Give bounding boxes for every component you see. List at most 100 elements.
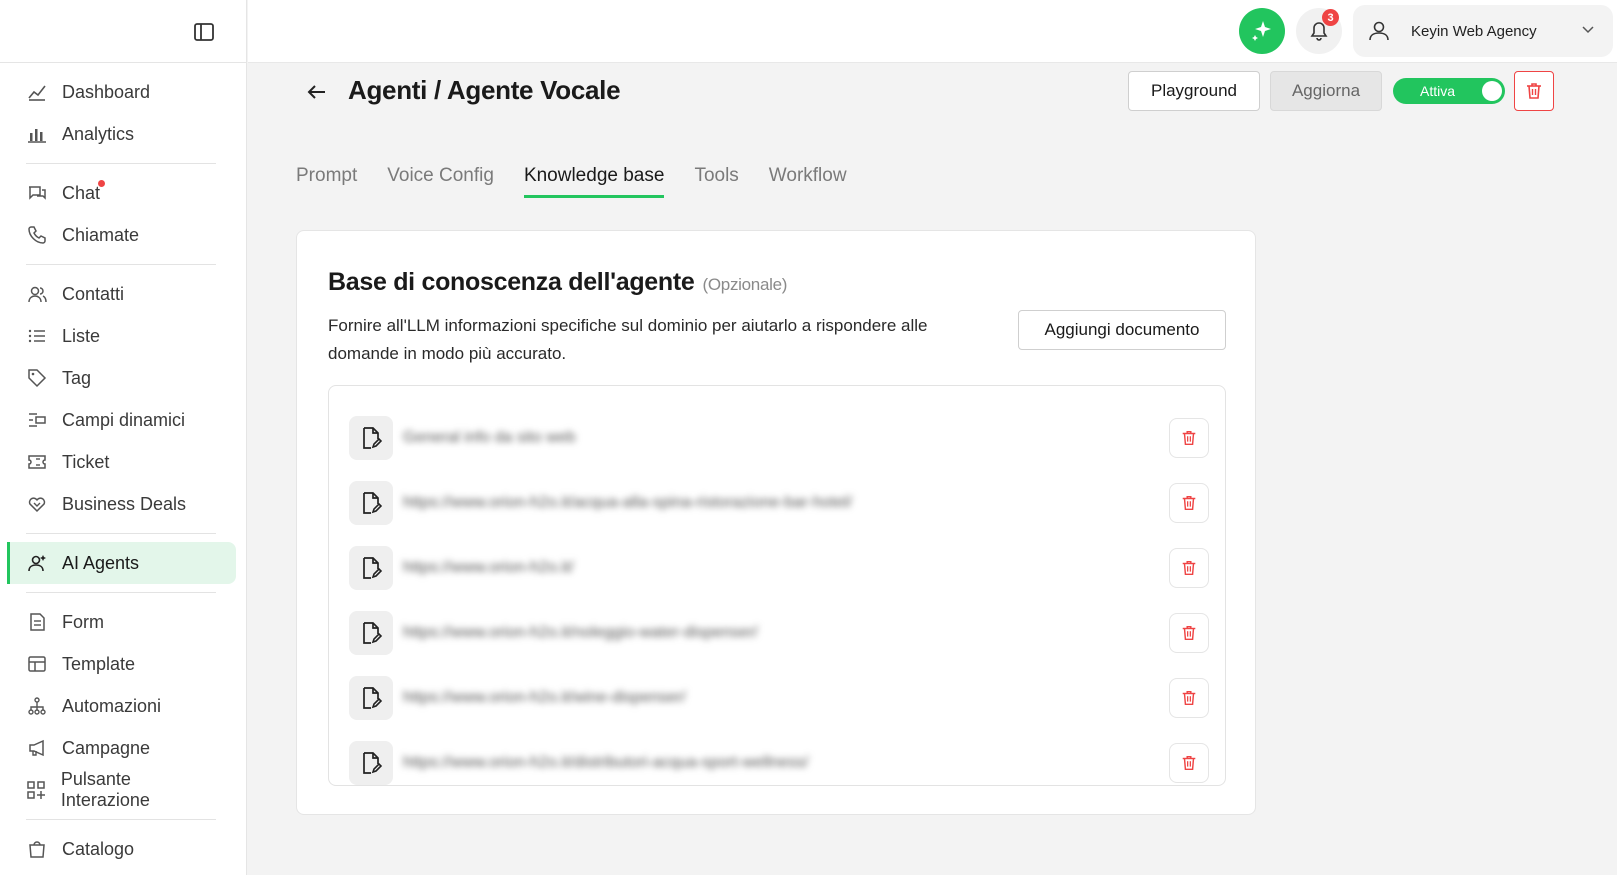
sidebar-item-label: Campi dinamici [62,409,186,430]
delete-document-button[interactable] [1169,678,1209,718]
trash-icon [1182,495,1196,511]
toggle-knob [1482,81,1502,101]
active-toggle[interactable]: Attiva [1393,78,1505,104]
sidebar-item-label: AI Agents [62,552,140,573]
chevron-down-icon [1581,22,1595,41]
nav-group-overview: Dashboard Analytics [26,63,216,164]
document-edit-icon [349,416,393,460]
list-item: General info da sito web [349,415,1209,461]
contacts-icon [26,283,48,305]
user-name: Keyin Web Agency [1411,22,1537,40]
sidebar-item-label: Automazioni [62,695,162,716]
card-title: Base di conoscenza dell'agente (Opzionale… [328,268,787,297]
sidebar-item-label: Ticket [62,451,110,472]
document-name: https://www.orion-h2o.it/distributori-ac… [403,754,809,771]
sidebar-item-chat[interactable]: Chat [26,172,216,214]
sidebar-toggle-icon[interactable] [191,19,217,45]
sidebar-item-contatti[interactable]: Contatti [26,273,216,315]
add-document-button[interactable]: Aggiungi documento [1018,310,1226,350]
user-menu[interactable]: Keyin Web Agency [1353,5,1613,57]
delete-agent-button[interactable] [1514,71,1554,111]
sidebar-item-liste[interactable]: Liste [26,315,216,357]
back-arrow-icon[interactable] [304,79,330,105]
knowledge-base-card: Base di conoscenza dell'agente (Opzionale… [296,230,1256,815]
chat-icon [26,182,48,204]
sidebar-item-label: Chiamate [62,224,140,245]
trash-icon [1182,560,1196,576]
list-item: https://www.orion-h2o.it/wine-dispenser/ [349,675,1209,721]
ai-sparkle-button[interactable] [1239,8,1285,54]
tab-tools[interactable]: Tools [694,165,738,198]
widget-icon [26,779,47,801]
unread-dot [98,180,105,187]
document-edit-icon [349,481,393,525]
card-description: Fornire all'LLM informazioni specifiche … [328,316,928,363]
document-edit-icon [349,676,393,720]
sidebar-item-label: Template [62,653,136,674]
sidebar-item-campi-dinamici[interactable]: Campi dinamici [26,399,216,441]
document-list: General info da sito web https://www.ori… [328,385,1226,786]
trash-icon [1182,430,1196,446]
card-title-text: Base di conoscenza dell'agente [328,268,695,296]
tab-knowledge-base[interactable]: Knowledge base [523,165,665,198]
sidebar-item-automazioni[interactable]: Automazioni [26,685,216,727]
delete-document-button[interactable] [1169,613,1209,653]
sidebar-item-ai-agents[interactable]: AI Agents [7,542,236,584]
delete-document-button[interactable] [1169,548,1209,588]
sidebar-item-ticket[interactable]: Ticket [26,441,216,483]
nav-group-communication: Chat Chiamate [26,164,216,265]
sidebar-item-pulsante-interazione[interactable]: Pulsante Interazione [26,769,216,811]
delete-document-button[interactable] [1169,483,1209,523]
tag-icon [26,367,48,389]
form-icon [26,611,48,633]
sidebar-item-label: Business Deals [62,493,187,514]
sidebar-item-business-deals[interactable]: Business Deals [26,483,216,525]
nav-group-shop: Catalogo [26,820,216,875]
ai-agent-icon [26,552,48,574]
delete-document-button[interactable] [1169,743,1209,783]
sidebar: Dashboard Analytics Chat Chiamate Contat… [0,0,247,875]
user-icon [1357,9,1401,53]
optional-label: (Opzionale) [702,275,788,294]
dynamic-fields-icon [26,409,48,431]
sidebar-item-label: Tag [62,367,92,388]
document-edit-icon [349,611,393,655]
dashboard-icon [26,81,48,103]
sidebar-item-form[interactable]: Form [26,601,216,643]
sidebar-item-template[interactable]: Template [26,643,216,685]
trash-icon [1182,755,1196,771]
tab-voice-config[interactable]: Voice Config [387,165,494,198]
trash-icon [1527,83,1541,99]
document-name: https://www.orion-h2o.it/wine-dispenser/ [403,689,686,706]
sidebar-item-label: Analytics [62,123,135,144]
sidebar-item-campagne[interactable]: Campagne [26,727,216,769]
sidebar-item-chiamate[interactable]: Chiamate [26,214,216,256]
document-edit-icon [349,741,393,785]
sidebar-item-label: Catalogo [62,838,135,859]
sidebar-item-label: Pulsante Interazione [60,769,150,810]
sidebar-item-analytics[interactable]: Analytics [26,113,216,155]
document-name: General info da sito web [403,429,576,446]
handshake-icon [26,493,48,515]
sidebar-item-label: Chat [62,182,101,203]
playground-button[interactable]: Playground [1128,71,1260,111]
sidebar-item-dashboard[interactable]: Dashboard [26,71,216,113]
bag-icon [26,838,48,860]
tab-workflow[interactable]: Workflow [769,165,847,198]
tab-prompt[interactable]: Prompt [296,165,357,198]
notification-badge: 3 [1322,9,1339,26]
topbar: 3 Keyin Web Agency [248,0,1617,63]
list-item: https://www.orion-h2o.it/ [349,545,1209,591]
sidebar-item-label: Contatti [62,283,125,304]
delete-document-button[interactable] [1169,418,1209,458]
automation-icon [26,695,48,717]
nav-group-marketing: Form Template Automazioni Campagne Pulsa… [26,593,216,820]
sidebar-item-catalogo[interactable]: Catalogo [26,828,216,870]
analytics-icon [26,123,48,145]
list-item: https://www.orion-h2o.it/noleggio-water-… [349,610,1209,656]
sidebar-item-tag[interactable]: Tag [26,357,216,399]
sidebar-item-label: Form [62,611,104,632]
update-button[interactable]: Aggiorna [1270,71,1382,111]
nav-group-crm: Contatti Liste Tag Campi dinamici Ticket… [26,265,216,534]
template-icon [26,653,48,675]
